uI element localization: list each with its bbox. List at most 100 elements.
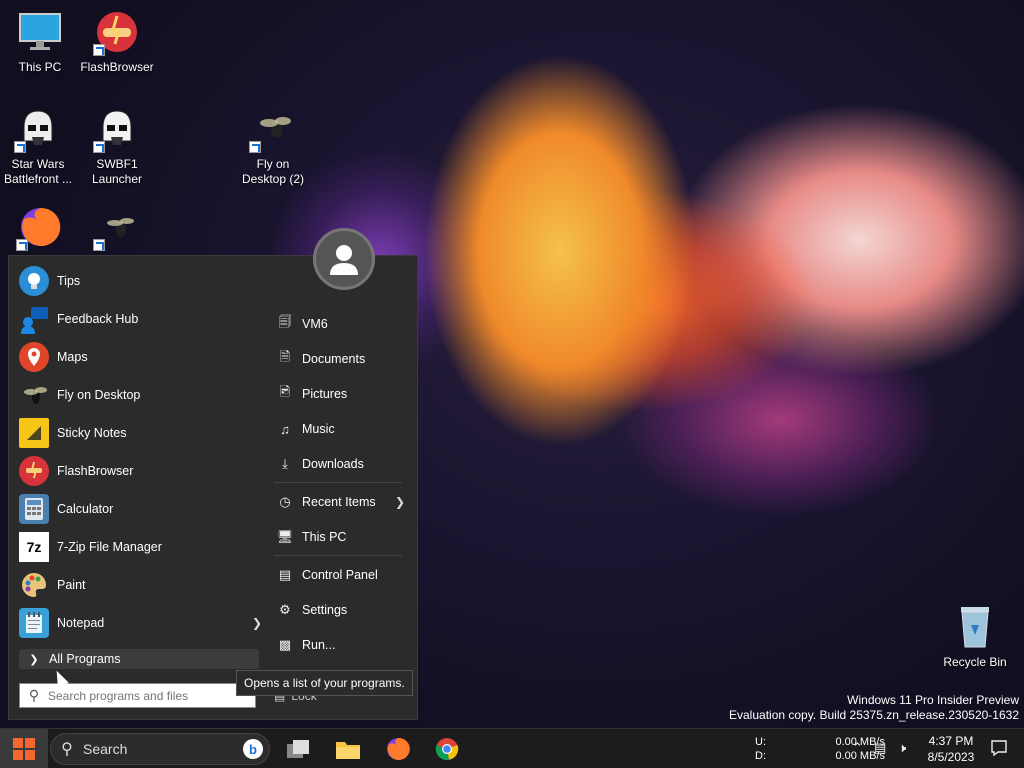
place-label: Downloads [302,457,364,471]
program-maps[interactable]: Maps [19,339,264,375]
start-button[interactable] [0,729,48,768]
notepad-icon [19,608,49,638]
stormtrooper-icon [93,105,141,153]
program-fly-on-desktop[interactable]: Fly on Desktop [19,377,264,413]
program-paint[interactable]: Paint [19,567,264,603]
program-label: Sticky Notes [57,426,127,440]
start-search-input[interactable] [48,688,238,703]
all-programs-label: All Programs [49,652,121,666]
taskbar-clock[interactable]: 4:37 PM 8/5/2023 [920,733,982,765]
shortcut-arrow-icon [93,141,105,153]
chrome-icon [435,738,459,761]
desktop-icon-fly-on-desktop[interactable] [77,203,157,255]
network-speed-monitor: U: D: 0.00 MB/s 0.00 MB/s [755,735,885,763]
place-label: Control Panel [302,568,378,582]
clock-time: 4:37 PM [928,734,974,748]
desktop-icon-this-pc[interactable]: This PC [0,8,80,75]
place-label: Settings [302,603,348,617]
task-view-button[interactable] [278,733,318,765]
network-icon[interactable]: ▤ [874,740,886,756]
desktop-icon-flashbrowser[interactable]: FlashBrowser [77,8,157,75]
desktop-icon-fly-on-desktop-2[interactable]: Fly on Desktop (2) [233,105,313,187]
program-label: Maps [57,350,88,364]
run-icon: ▩ [278,637,292,652]
desktop-icon-star-wars-battlefront[interactable]: Star Wars Battlefront ... [0,105,78,187]
shortcut-arrow-icon [249,141,261,153]
place-documents[interactable]: 🗎 Documents [274,344,409,374]
program-7zip[interactable]: 7z 7-Zip File Manager [19,529,264,565]
program-calculator[interactable]: Calculator [19,491,264,527]
program-feedback-hub[interactable]: Feedback Hub [19,301,264,337]
user-avatar[interactable] [313,228,375,290]
search-icon: ⚲ [28,687,40,703]
program-sticky-notes[interactable]: Sticky Notes [19,415,264,451]
desktop-icon-label: Star Wars Battlefront ... [3,157,73,186]
places-separator [274,482,402,483]
task-view-icon [287,740,309,758]
program-label: Fly on Desktop [57,388,141,402]
desktop-icon-label: Recycle Bin [943,655,1007,669]
place-label: Documents [302,352,366,366]
net-upload-label: U: [755,736,766,748]
place-label: Recent Items [302,495,376,509]
places-separator [274,555,402,556]
start-menu: Tips Feedback Hub Maps Fly on Desktop St… [8,228,418,720]
place-this-pc[interactable]: 🖥 This PC [274,522,409,552]
bing-icon[interactable]: b [243,739,263,759]
desktop-icon-firefox[interactable] [0,203,80,255]
place-vm6[interactable]: 🗐 VM6 [274,309,409,339]
all-programs-button[interactable]: ❯ All Programs [19,649,259,669]
chevron-up-icon[interactable]: ⌃ [852,740,863,756]
calculator-icon [19,494,49,524]
file-explorer-button[interactable] [328,733,368,765]
taskbar-search-box[interactable]: ⚲ Search b [50,733,270,765]
recycle-bin-icon [951,603,999,651]
place-run[interactable]: ▩ Run... [274,630,409,660]
place-music[interactable]: ♫ Music [274,414,409,444]
program-label: Tips [57,274,81,288]
firefox-icon [387,737,410,760]
place-control-panel[interactable]: ▤ Control Panel [274,560,409,590]
control-panel-icon: ▤ [278,567,292,582]
chevron-right-icon: ❯ [394,495,405,509]
picture-icon: 🖻 [279,384,291,399]
program-label: Calculator [57,502,114,516]
desktop-icon-recycle-bin[interactable]: Recycle Bin [935,603,1015,669]
flash-browser-icon [19,456,49,486]
place-label: Run... [302,638,336,652]
all-programs-tooltip: Opens a list of your programs. [236,670,413,696]
program-notepad[interactable]: Notepad ❯ [19,605,264,641]
chrome-button[interactable] [427,733,467,765]
place-downloads[interactable]: ⤓ Downloads [274,449,409,479]
place-pictures[interactable]: 🖻 Pictures [274,379,409,409]
document-icon: 🗎 [279,349,291,364]
place-label: Music [302,422,335,436]
fly-icon [93,203,141,251]
palette-icon [19,570,49,600]
shortcut-arrow-icon [16,239,28,251]
taskbar-search-label: Search [83,741,128,757]
place-label: This PC [302,530,347,544]
program-tips[interactable]: Tips [19,263,264,299]
search-icon: ⚲ [61,741,73,758]
place-settings[interactable]: ⚙ Settings [274,595,409,625]
clock-date: 8/5/2023 [927,750,975,764]
shortcut-arrow-icon [93,44,105,56]
net-download-value: 0.00 MB/s [835,750,885,762]
program-label: Paint [57,578,86,592]
seven-zip-icon: 7z [19,532,49,562]
feedback-icon [19,304,49,334]
start-search-box[interactable]: ⚲ [19,683,256,708]
desktop-icon-swbf1-launcher[interactable]: SWBF1 Launcher [77,105,157,187]
music-note-icon: ♫ [280,421,290,437]
notification-icon[interactable] [990,739,1008,757]
firefox-icon [16,203,64,251]
desktop-icon-label: Fly on Desktop (2) [241,157,305,186]
chevron-right-icon[interactable]: ❯ [252,616,262,630]
net-download-label: D: [755,750,766,762]
speaker-icon[interactable]: 🕨 [898,740,906,756]
program-label: 7-Zip File Manager [57,540,162,554]
place-recent-items[interactable]: ◷ Recent Items ❯ [274,487,409,517]
program-flashbrowser[interactable]: FlashBrowser [19,453,264,489]
firefox-button[interactable] [378,733,418,765]
